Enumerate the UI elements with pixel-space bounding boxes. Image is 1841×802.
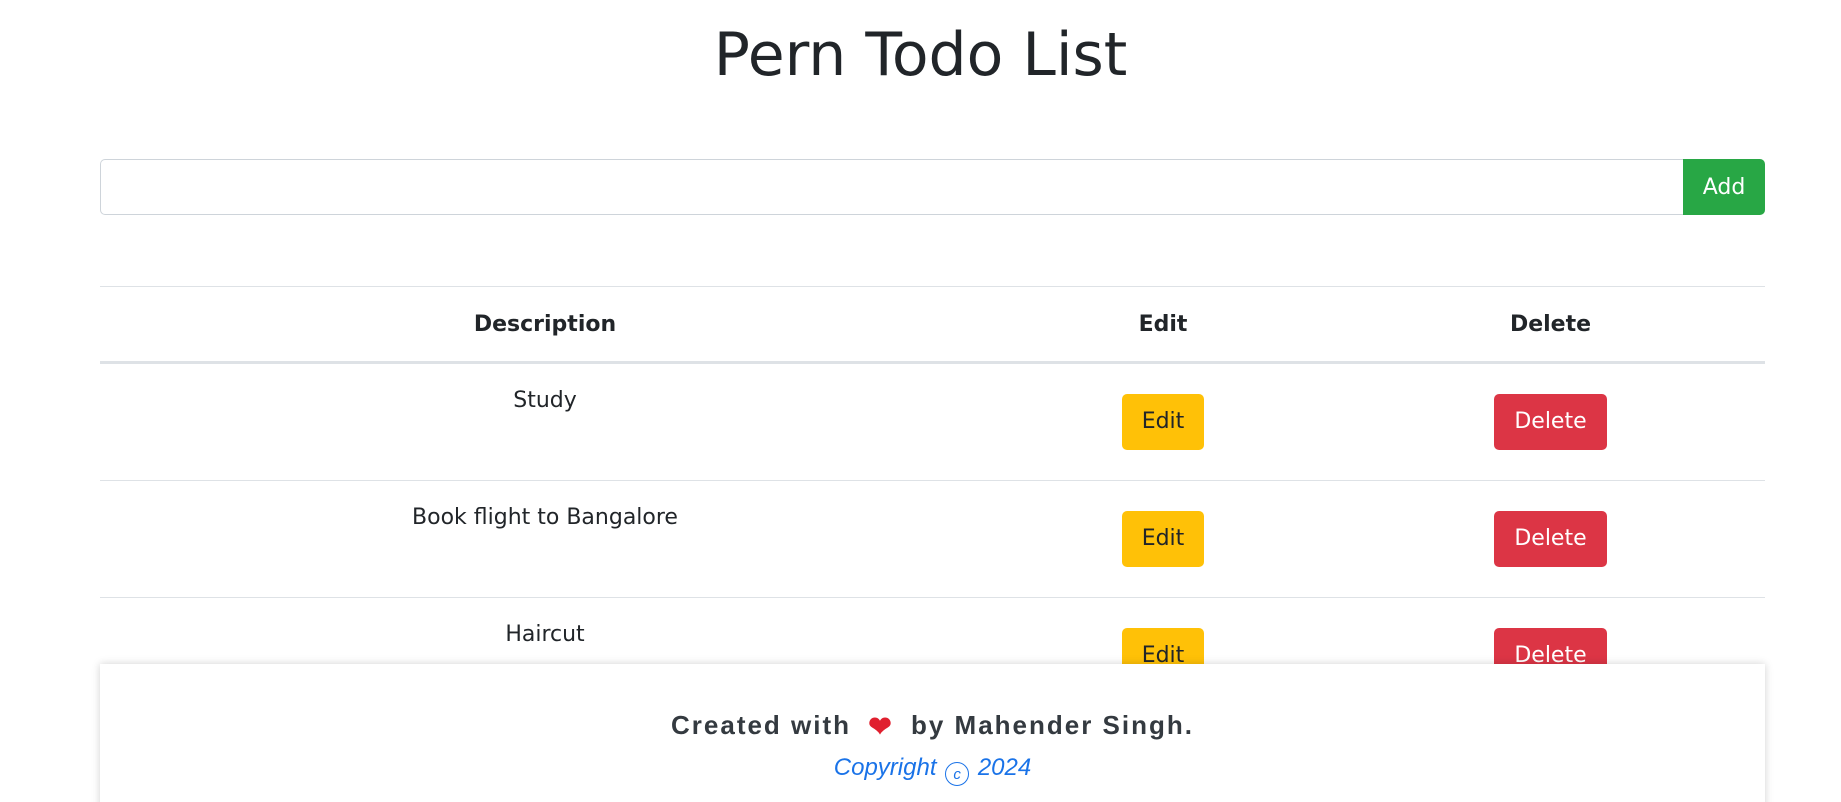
footer-credit: Created with ❤ by Mahender Singh. [100, 708, 1765, 744]
credit-suffix: by Mahender Singh. [910, 710, 1194, 740]
header-edit: Edit [990, 286, 1336, 364]
header-description: Description [100, 286, 990, 364]
todo-description: Haircut [505, 622, 585, 647]
table-row: Study Edit Delete [100, 362, 1765, 481]
todo-description-cell: Book flight to Bangalore [100, 480, 990, 598]
todo-description-cell: Study [100, 362, 990, 481]
delete-cell: Delete [1336, 362, 1765, 481]
credit-prefix: Created with [671, 710, 852, 740]
delete-button[interactable]: Delete [1494, 511, 1607, 567]
edit-button[interactable]: Edit [1121, 394, 1205, 450]
footer-copyright: Copyright c 2024 [100, 754, 1765, 786]
footer: Created with ❤ by Mahender Singh. Copyri… [100, 664, 1765, 802]
todo-table: Description Edit Delete Study Edit Delet… [100, 286, 1765, 714]
delete-button[interactable]: Delete [1494, 394, 1607, 450]
page-title: Pern Todo List [713, 20, 1128, 90]
todo-description: Study [513, 388, 577, 413]
heart-icon: ❤ [868, 711, 894, 742]
table-row: Book flight to Bangalore Edit Delete [100, 480, 1765, 598]
add-button[interactable]: Add [1683, 159, 1765, 215]
delete-cell: Delete [1336, 480, 1765, 598]
copyright-prefix: Copyright [833, 754, 937, 781]
page: Pern Todo List Add Description Edit Dele… [0, 0, 1841, 802]
todo-description-input[interactable] [100, 159, 1683, 215]
copyright-icon: c [945, 762, 970, 786]
edit-button[interactable]: Edit [1121, 511, 1205, 567]
header-delete: Delete [1336, 286, 1765, 364]
edit-cell: Edit [990, 362, 1336, 481]
todo-description: Book flight to Bangalore [412, 505, 678, 530]
edit-cell: Edit [990, 480, 1336, 598]
todo-input-form: Add [100, 159, 1765, 215]
table-header-row: Description Edit Delete [100, 286, 1765, 364]
copyright-year: 2024 [977, 754, 1032, 781]
